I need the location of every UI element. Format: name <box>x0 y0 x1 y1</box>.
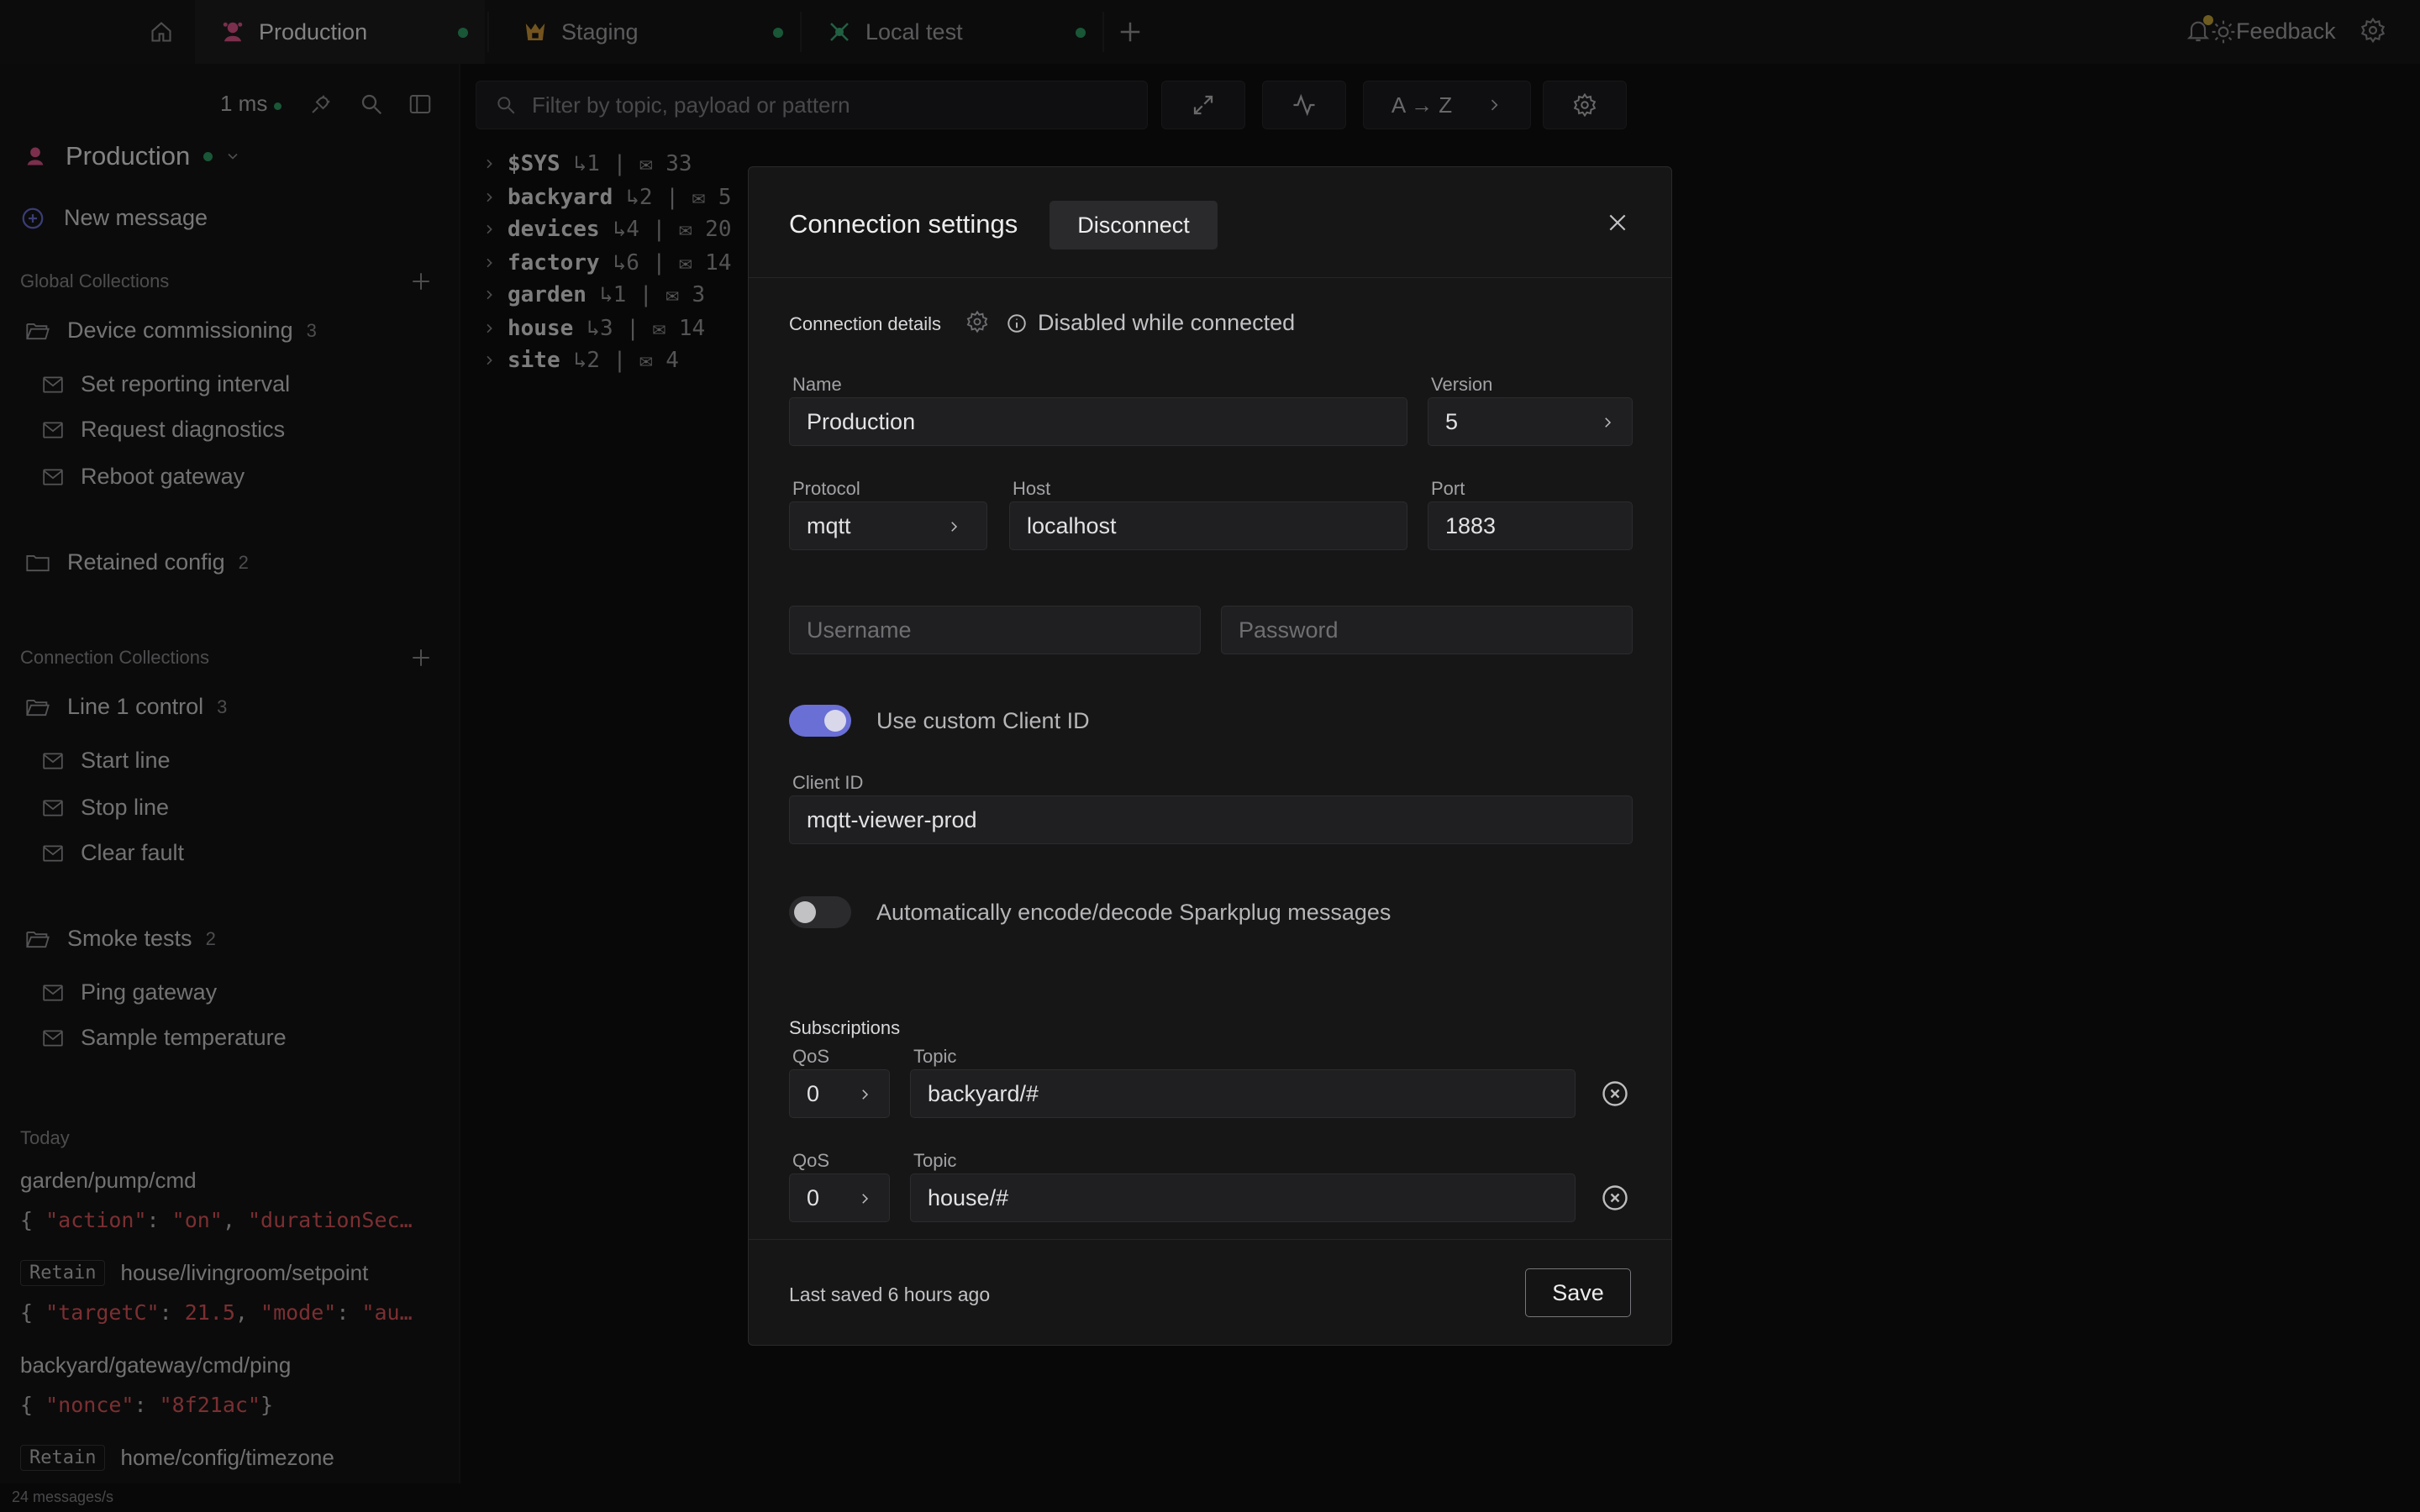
custom-client-id-toggle[interactable] <box>789 705 851 737</box>
subscription-topic-input[interactable]: backyard/# <box>910 1069 1576 1118</box>
close-circle-icon <box>1602 1081 1628 1106</box>
dialog-header: Connection settings Disconnect <box>749 167 1671 278</box>
qos-value: 0 <box>807 1184 820 1210</box>
protocol-value: mqtt <box>807 512 851 538</box>
topic-label: Topic <box>913 1150 957 1171</box>
sparkplug-label: Automatically encode/decode Sparkplug me… <box>876 900 1392 925</box>
toggle-knob <box>794 901 816 923</box>
version-label: Version <box>1431 374 1493 395</box>
remove-subscription-button[interactable] <box>1599 1078 1631 1110</box>
host-label: Host <box>1013 478 1051 499</box>
disabled-note: Disabled while connected <box>1006 310 1295 336</box>
dialog-body: Connection details Disabled while connec… <box>749 278 1671 1239</box>
subscriptions-heading: Subscriptions <box>789 1017 901 1038</box>
host-input[interactable]: localhost <box>1009 501 1407 550</box>
protocol-select[interactable]: mqtt <box>789 501 987 550</box>
dialog-title: Connection settings <box>789 209 1018 239</box>
close-dialog-button[interactable] <box>1604 209 1631 236</box>
close-icon <box>1609 214 1626 231</box>
chevron-right-icon <box>1605 417 1612 428</box>
dialog-footer: Last saved 6 hours ago Save <box>749 1239 1671 1347</box>
sparkplug-toggle[interactable] <box>789 896 851 928</box>
disconnect-button[interactable]: Disconnect <box>1050 201 1218 249</box>
info-icon <box>1007 313 1026 333</box>
subscription-qos-select[interactable]: 0 <box>789 1069 890 1118</box>
qos-label: QoS <box>792 1046 830 1067</box>
username-input[interactable]: Username <box>789 606 1201 654</box>
qos-label: QoS <box>792 1150 830 1171</box>
chevron-right-icon <box>951 522 958 532</box>
protocol-label: Protocol <box>792 478 860 499</box>
chevron-right-icon <box>862 1089 869 1100</box>
toggle-knob <box>824 710 846 732</box>
qos-value: 0 <box>807 1080 820 1106</box>
name-label: Name <box>792 374 842 395</box>
client-id-label: Client ID <box>792 772 864 793</box>
version-select[interactable]: 5 <box>1428 397 1633 446</box>
connection-details-settings-button[interactable] <box>965 310 992 337</box>
topic-label: Topic <box>913 1046 957 1067</box>
remove-subscription-button[interactable] <box>1599 1182 1631 1214</box>
name-input[interactable]: Production <box>789 397 1407 446</box>
connection-settings-dialog: Connection settings Disconnect Connectio… <box>748 166 1672 1346</box>
last-saved-text: Last saved 6 hours ago <box>789 1284 991 1305</box>
password-input[interactable]: Password <box>1221 606 1633 654</box>
custom-client-id-label: Use custom Client ID <box>876 708 1090 733</box>
disabled-note-text: Disabled while connected <box>1038 310 1296 335</box>
gear-icon <box>966 310 988 333</box>
chevron-right-icon <box>862 1194 869 1204</box>
connection-details-heading: Connection details <box>789 313 942 334</box>
client-id-input[interactable]: mqtt-viewer-prod <box>789 795 1633 844</box>
subscription-qos-select[interactable]: 0 <box>789 1173 890 1222</box>
port-label: Port <box>1431 478 1465 499</box>
close-circle-icon <box>1602 1185 1628 1210</box>
save-button[interactable]: Save <box>1525 1268 1631 1317</box>
port-input[interactable]: 1883 <box>1428 501 1633 550</box>
version-value: 5 <box>1445 408 1459 434</box>
subscription-topic-input[interactable]: house/# <box>910 1173 1576 1222</box>
